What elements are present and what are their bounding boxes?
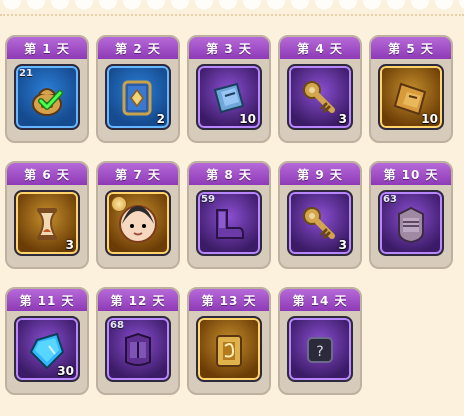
reward-tile[interactable]: ? <box>287 316 353 382</box>
svg-text:?: ? <box>316 344 323 360</box>
day-label: 第 11 天 <box>7 289 87 311</box>
day-card-7[interactable]: 第 7 天 <box>96 161 180 269</box>
day-label: 第 13 天 <box>189 289 269 311</box>
chest-armor-icon <box>116 328 160 372</box>
day-label: 第 9 天 <box>280 163 360 185</box>
item-quantity: 3 <box>338 112 347 126</box>
day-label: 第 14 天 <box>280 289 360 311</box>
day-label: 第 1 天 <box>7 37 87 59</box>
reward-tile[interactable] <box>105 190 171 256</box>
day-label: 第 12 天 <box>98 289 178 311</box>
day-label: 第 7 天 <box>98 163 178 185</box>
boots-icon <box>207 202 251 246</box>
item-quantity: 3 <box>65 238 74 252</box>
hero-portrait-icon <box>116 202 160 246</box>
item-quantity: 3 <box>338 238 347 252</box>
reward-tile[interactable]: 10 <box>196 64 262 130</box>
day-card-1[interactable]: 第 1 天 21 <box>5 35 89 143</box>
card-icon <box>207 328 251 372</box>
day-label: 第 6 天 <box>7 163 87 185</box>
reward-tile[interactable]: 68 <box>105 316 171 382</box>
reward-tile[interactable]: 3 <box>14 190 80 256</box>
reward-tile[interactable]: 10 <box>378 64 444 130</box>
reward-tile[interactable]: 63 <box>378 190 444 256</box>
day-card-3[interactable]: 第 3 天 10 <box>187 35 271 143</box>
item-quantity: 2 <box>156 112 165 126</box>
day-label: 第 2 天 <box>98 37 178 59</box>
day-card-4[interactable]: 第 4 天 3 <box>278 35 362 143</box>
day-card-12[interactable]: 第 12 天 68 <box>96 287 180 395</box>
item-quantity: 30 <box>57 364 74 378</box>
item-quantity: 10 <box>239 112 256 126</box>
mystery-item-icon: ? <box>298 328 342 372</box>
hourglass-icon <box>25 202 69 246</box>
day-label: 第 4 天 <box>280 37 360 59</box>
reward-tile[interactable]: 3 <box>287 190 353 256</box>
bag-icon <box>25 76 69 120</box>
day-card-11[interactable]: 第 11 天 30 <box>5 287 89 395</box>
key-icon <box>298 202 342 246</box>
day-card-14[interactable]: 第 14 天? <box>278 287 362 395</box>
day-card-8[interactable]: 第 8 天 59 <box>187 161 271 269</box>
day-label: 第 3 天 <box>189 37 269 59</box>
day-card-10[interactable]: 第 10 天 63 <box>369 161 453 269</box>
day-card-2[interactable]: 第 2 天 2 <box>96 35 180 143</box>
day-label: 第 10 天 <box>371 163 451 185</box>
key-icon <box>298 76 342 120</box>
day-card-13[interactable]: 第 13 天 <box>187 287 271 395</box>
item-quantity: 10 <box>421 112 438 126</box>
day-label: 第 8 天 <box>189 163 269 185</box>
reward-tile[interactable]: 2 <box>105 64 171 130</box>
reward-tile[interactable]: 3 <box>287 64 353 130</box>
day-card-6[interactable]: 第 6 天 3 <box>5 161 89 269</box>
armor-icon <box>389 202 433 246</box>
day-card-5[interactable]: 第 5 天 10 <box>369 35 453 143</box>
daily-reward-grid: 第 1 天 21 第 2 天2第 3 天 10 第 4 天3第 5 天 10 第 6 天3第… <box>5 35 453 399</box>
day-card-9[interactable]: 第 9 天 3 <box>278 161 362 269</box>
day-label: 第 5 天 <box>371 37 451 59</box>
reward-tile[interactable]: 21 <box>14 64 80 130</box>
book-icon <box>116 76 160 120</box>
reward-tile[interactable] <box>196 316 262 382</box>
reward-tile[interactable]: 59 <box>196 190 262 256</box>
reward-tile[interactable]: 30 <box>14 316 80 382</box>
